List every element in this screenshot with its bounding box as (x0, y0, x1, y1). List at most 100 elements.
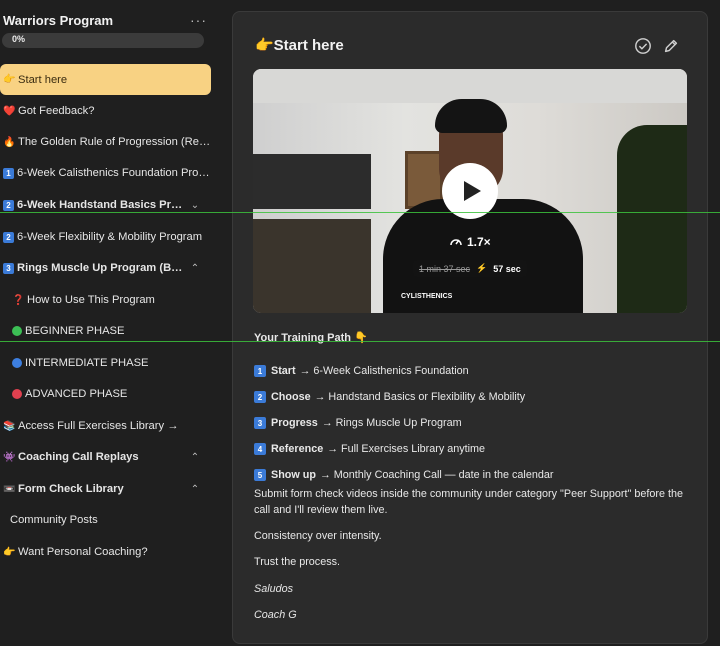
training-path-heading: Your Training Path 👇 (254, 332, 368, 344)
video-plant (617, 125, 687, 313)
chevron-up-icon[interactable]: ⌃ (185, 484, 205, 495)
video-shelf (253, 219, 371, 313)
sidebar-item-label: Rings Muscle Up Program (Begi... (17, 262, 185, 274)
trust-paragraph: Trust the process. (254, 556, 341, 568)
sidebar-item-label: INTERMEDIATE PHASE (25, 357, 149, 369)
sidebar-item-label: ADVANCED PHASE (25, 388, 128, 400)
emoji-icon: ❤️ (3, 105, 16, 117)
sidebar-item-label: The Golden Rule of Progression (Read ... (18, 136, 211, 148)
form-check-paragraph: Submit form check videos inside the comm… (254, 488, 683, 516)
sidebar-item-label: 6-Week Calisthenics Foundation Progr... (17, 167, 211, 179)
sidebar: Warriors Program ··· 0% 👉 Start here ❤️ Got… (0, 0, 218, 646)
mark-complete-icon[interactable] (634, 37, 652, 55)
sidebar-item-label: BEGINNER PHASE (25, 325, 125, 337)
sidebar-item[interactable]: Community Posts (0, 505, 211, 535)
playback-speed[interactable]: 1.7× (449, 235, 491, 249)
consistency-paragraph: Consistency over intensity. (254, 530, 382, 542)
number-badge-icon: 4 (254, 443, 266, 455)
number-badge-icon: 1 (254, 365, 266, 377)
sidebar-item-label: Start here (18, 73, 68, 86)
lesson-title: 👉Start here (255, 37, 344, 54)
number-badge-icon: 5 (254, 469, 266, 481)
sidebar-item[interactable]: 🔥 The Golden Rule of Progression (Read ..… (0, 127, 211, 157)
signoff-saludos: Saludos (254, 583, 294, 595)
edit-pencil-icon[interactable] (662, 37, 680, 55)
play-button[interactable] (442, 163, 498, 219)
number-badge-icon: 3 (254, 417, 266, 429)
emoji-icon: 📼 (3, 483, 16, 495)
chevron-up-icon[interactable]: ⌃ (185, 263, 205, 274)
phase-dot-icon (12, 326, 22, 336)
training-step: 3 Progress → Rings Muscle Up Program (254, 417, 462, 429)
sidebar-item[interactable]: 👉 Want Personal Coaching? (0, 537, 211, 567)
lesson-actions (634, 37, 680, 55)
step-keyword: Reference (271, 443, 324, 455)
step-text: → Rings Muscle Up Program (321, 417, 462, 429)
training-step: 2 Choose → Handstand Basics or Flexibility… (254, 391, 525, 403)
sidebar-item-label: Form Check Library (18, 483, 124, 495)
sidebar-item-label: Community Posts (10, 514, 98, 526)
step-text: → Handstand Basics or Flexibility & Mobi… (314, 391, 526, 403)
number-badge-icon: 2 (3, 231, 14, 243)
number-badge-icon: 2 (3, 199, 14, 211)
step-keyword: Show up (271, 469, 316, 481)
sidebar-item[interactable]: 2 6-Week Flexibility & Mobility Program (0, 222, 211, 252)
step-keyword: Progress (271, 417, 318, 429)
sidebar-item-label: Want Personal Coaching? (18, 546, 148, 558)
jacket-logo-text: CYLISTHENICS (401, 293, 453, 300)
training-step: 4 Reference → Full Exercises Library anyti… (254, 443, 485, 455)
more-options-icon[interactable]: ··· (190, 12, 213, 28)
guide-line-top (0, 212, 720, 213)
speed-value: 1.7× (467, 235, 491, 249)
emoji-icon: 📚 (3, 420, 16, 432)
step-keyword: Start (271, 365, 296, 377)
sidebar-item[interactable]: ADVANCED PHASE (0, 379, 211, 409)
sidebar-item[interactable]: 1 6-Week Calisthenics Foundation Progr... (0, 158, 211, 188)
sidebar-item[interactable]: 📼 Form Check Library ⌃ (0, 474, 211, 504)
chevron-up-icon[interactable]: ⌃ (185, 452, 205, 463)
emoji-icon: 👉 (3, 74, 16, 85)
number-badge-icon: 2 (254, 391, 266, 403)
sidebar-item[interactable]: 📚 Access Full Exercises Library → (0, 411, 211, 441)
fast-duration: 57 sec (493, 263, 521, 274)
phase-dot-icon (12, 389, 22, 399)
course-title: Warriors Program (3, 12, 114, 28)
chevron-down-icon[interactable]: ⌄ (185, 200, 205, 211)
video-chalkboard (253, 154, 371, 209)
number-badge-icon: 3 (3, 262, 14, 274)
emoji-icon: ❓ (12, 294, 25, 306)
sidebar-item-label: 6-Week Flexibility & Mobility Program (17, 231, 203, 243)
lesson-video[interactable]: CYLISTHENICS 1.7× 1 min 37 sec ⚡ 57 sec (253, 69, 687, 313)
progress-text: 0% (12, 34, 26, 44)
sidebar-item[interactable]: INTERMEDIATE PHASE (0, 348, 211, 378)
guide-line-bottom (0, 341, 720, 342)
training-step: 1 Start → 6-Week Calisthenics Foundation (254, 365, 469, 377)
sidebar-item[interactable]: 2 6-Week Handstand Basics Progr... ⌄ (0, 190, 211, 220)
training-step: 5 Show up → Monthly Coaching Call — date i… (254, 469, 553, 481)
sidebar-item-label: Got Feedback? (18, 105, 95, 117)
number-badge-icon: 1 (3, 167, 14, 179)
lesson-body: Your Training Path 👇 1 Start → 6-Week Cali… (254, 331, 694, 621)
emoji-icon: 👾 (3, 451, 16, 463)
sidebar-item[interactable]: 👉 Start here (0, 64, 211, 95)
signoff-coach: Coach G (254, 609, 297, 621)
sidebar-item[interactable]: ❓ How to Use This Program (0, 285, 211, 315)
play-icon (464, 181, 481, 201)
speed-gauge-icon (450, 239, 462, 246)
step-keyword: Choose (271, 391, 311, 403)
lesson-panel: 👉Start here CYLISTHENICS 1.7× 1 min 37 s… (232, 11, 708, 644)
duration-info: 1 min 37 sec ⚡ 57 sec (413, 260, 527, 277)
sidebar-item[interactable]: 👾 Coaching Call Replays ⌃ (0, 442, 211, 472)
step-text: → Monthly Coaching Call — date in the ca… (319, 469, 554, 481)
step-text: → Full Exercises Library anytime (327, 443, 486, 455)
phase-dot-icon (12, 358, 22, 368)
emoji-icon: 🔥 (3, 136, 16, 148)
sidebar-item-label: 6-Week Handstand Basics Progr... (17, 199, 185, 211)
original-duration: 1 min 37 sec (419, 263, 471, 274)
sidebar-item[interactable]: 3 Rings Muscle Up Program (Begi... ⌃ (0, 253, 211, 283)
sidebar-header: Warriors Program ··· (3, 10, 213, 30)
lightning-icon: ⚡ (476, 263, 488, 273)
emoji-icon: 👉 (3, 546, 16, 558)
sidebar-item-label: How to Use This Program (27, 294, 155, 306)
sidebar-item[interactable]: ❤️ Got Feedback? (0, 96, 211, 126)
